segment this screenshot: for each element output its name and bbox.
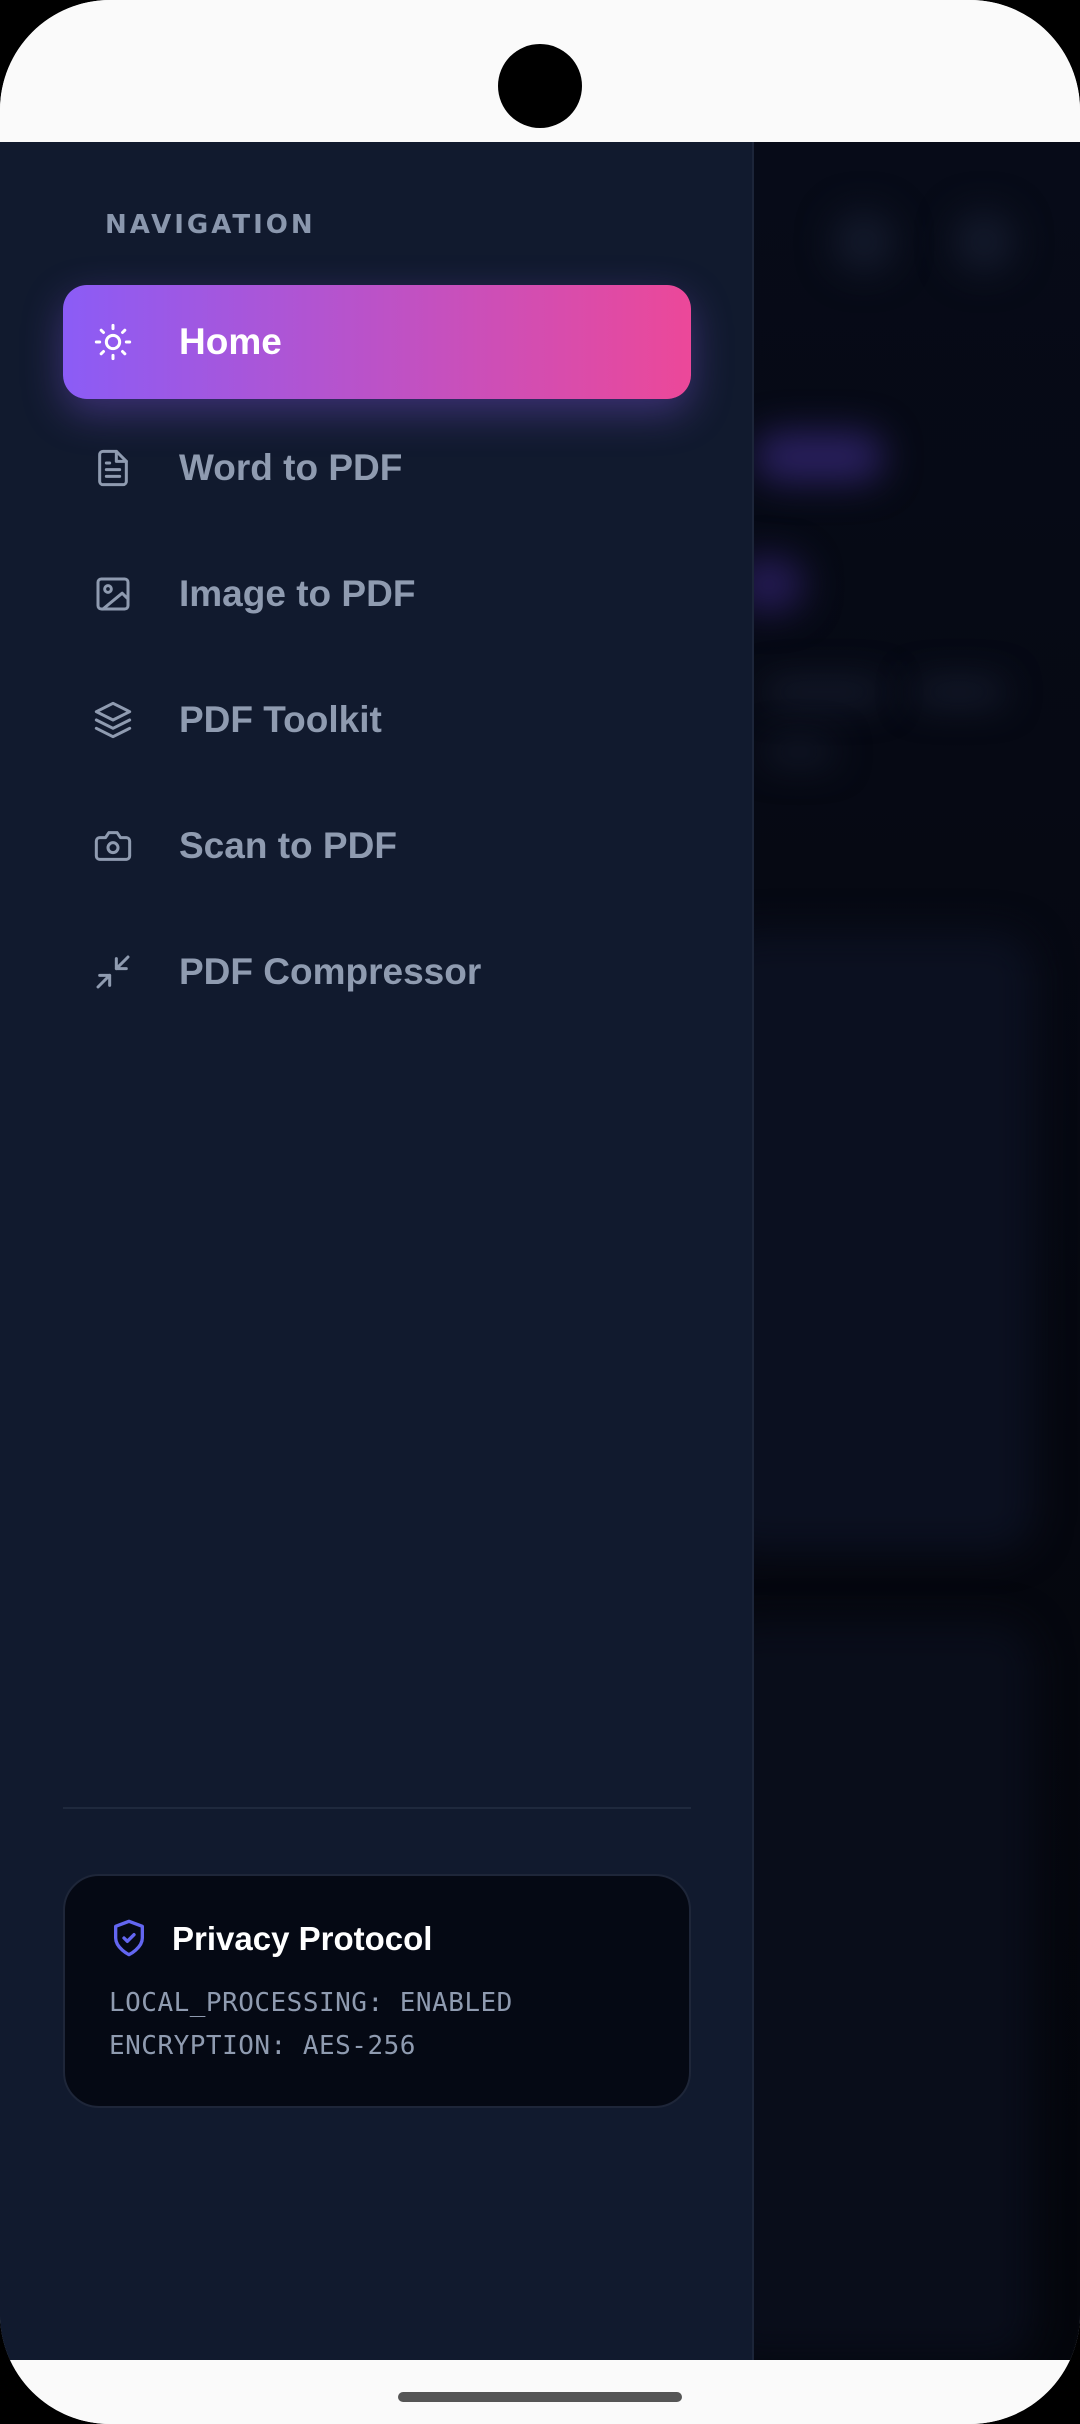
privacy-protocol-card: Privacy Protocol LOCAL_PROCESSING: ENABL… <box>63 1874 691 2108</box>
shield-check-icon <box>114 1919 144 1957</box>
blurred-content <box>914 682 1004 702</box>
blurred-content <box>754 1622 1034 2360</box>
home-indicator[interactable] <box>398 2392 682 2402</box>
privacy-title: Privacy Protocol <box>172 1920 433 1957</box>
local-processing-status: LOCAL_PROCESSING: ENABLED <box>109 1988 513 2018</box>
gesture-bar <box>0 2360 1080 2424</box>
nav-item-label: PDF Compressor <box>179 951 482 992</box>
navigation-drawer: NAVIGATION Home Word to PDF Image to PDF… <box>0 142 754 2360</box>
nav-item-label: PDF Toolkit <box>179 699 382 740</box>
blurred-content <box>754 432 884 482</box>
nav-item-home[interactable]: Home <box>63 285 691 399</box>
blurred-content <box>954 212 1014 272</box>
blurred-content <box>764 682 884 702</box>
encryption-status: ENCRYPTION: AES-256 <box>109 2031 416 2061</box>
nav-item-scan-to-pdf[interactable]: Scan to PDF <box>63 789 691 903</box>
image-icon <box>93 574 133 614</box>
nav-item-label: Scan to PDF <box>179 825 397 866</box>
blurred-content <box>834 212 894 272</box>
camera-icon <box>93 826 133 866</box>
status-bar <box>0 0 1080 142</box>
front-camera <box>498 44 582 128</box>
nav-item-label: Image to PDF <box>179 573 416 614</box>
blurred-content <box>754 557 804 612</box>
blurred-content <box>754 932 1034 1552</box>
nav-item-pdf-compressor[interactable]: PDF Compressor <box>63 915 691 1029</box>
app-screen: NAVIGATION Home Word to PDF Image to PDF… <box>0 142 1080 2360</box>
drawer-scrim-overlay[interactable] <box>754 142 1080 2360</box>
nav-item-label: Home <box>179 321 282 362</box>
phone-frame: NAVIGATION Home Word to PDF Image to PDF… <box>0 0 1080 2424</box>
nav-heading: NAVIGATION <box>105 210 316 240</box>
nav-item-word-to-pdf[interactable]: Word to PDF <box>63 411 691 525</box>
nav-item-image-to-pdf[interactable]: Image to PDF <box>63 537 691 651</box>
layers-icon <box>93 700 133 740</box>
nav-item-pdf-toolkit[interactable]: PDF Toolkit <box>63 663 691 777</box>
minimize-icon <box>93 952 133 992</box>
drawer-divider <box>63 1807 691 1809</box>
blurred-content <box>764 742 834 762</box>
file-text-icon <box>93 448 133 488</box>
nav-item-label: Word to PDF <box>179 447 403 488</box>
sun-icon <box>93 322 133 362</box>
